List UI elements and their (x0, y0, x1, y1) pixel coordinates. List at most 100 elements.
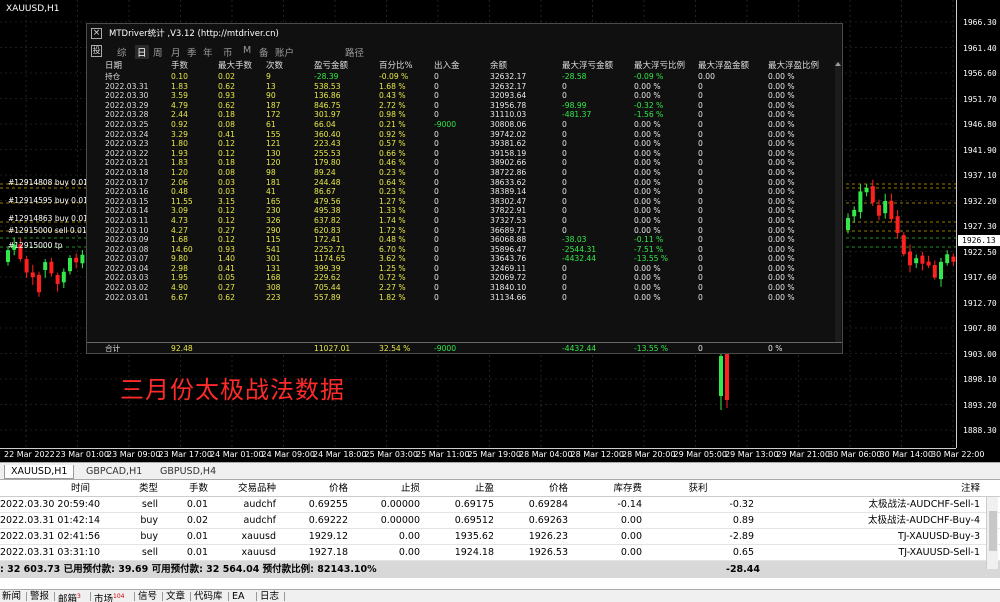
time-tick-label: 24 Mar 18:00 (313, 450, 367, 459)
trade-cell: 0.00000 (380, 515, 420, 526)
price-axis[interactable]: 1926.13 1966.30 1961.40 1956.60 1951.70 1946… (956, 0, 1000, 448)
stats-header-cell: 最大浮亏比例 (634, 61, 686, 71)
stats-cell: 37327.53 (490, 215, 527, 225)
order-line-label[interactable]: #12914595 buy 0.01 (8, 196, 88, 205)
time-tick-label: 29 Mar 21:00 (776, 450, 830, 459)
chart-tab-1[interactable]: GBPCAD,H1 (80, 465, 148, 479)
terminal-tab-3[interactable]: 市场104 (94, 590, 124, 602)
stats-cell: -1.56 % (634, 110, 664, 120)
stats-cell: 0.00 % (768, 235, 795, 245)
time-axis[interactable]: 22 Mar 2022 23 Mar 01:00 23 Mar 09:00 23 Ma… (0, 448, 984, 462)
panel-tab-8[interactable]: 备 (259, 45, 269, 59)
order-line-label[interactable]: #12915000 tp (8, 241, 63, 250)
stats-cell: 32632.17 (490, 72, 527, 81)
terminal-tab-5[interactable]: 文章 (166, 590, 185, 602)
panel-tab-4[interactable]: 季 (187, 45, 197, 59)
stats-cell: 0 (434, 283, 439, 293)
chart-tab-0[interactable]: XAUUSD,H1 (4, 465, 75, 479)
trade-scrollbar[interactable] (986, 497, 998, 569)
terminal-tab-7[interactable]: EA (232, 590, 245, 602)
trade-cell: 0.00 (398, 531, 420, 542)
terminal-tab-8[interactable]: 日志 (260, 590, 279, 602)
terminal-tab-label: 市场 (94, 594, 114, 602)
trade-header-cell[interactable]: 获利 (642, 481, 754, 497)
stats-total-cell: -4432.44 (562, 344, 597, 353)
stats-cell: 35896.47 (490, 244, 527, 254)
stats-cell: 846.75 (314, 100, 341, 110)
terminal-tab-4[interactable]: 信号 (138, 590, 157, 602)
trade-cell: xauusd (241, 531, 276, 542)
stats-cell: 0.12 (218, 235, 235, 245)
trade-row[interactable]: 2022.03.31 02:41:56 buy 0.01 xauusd 1929.12 0… (0, 529, 1000, 545)
stats-cell: 399.39 (314, 263, 341, 273)
stats-cell: 0.00 % (634, 225, 661, 235)
trade-cell: 0.01 (186, 531, 208, 542)
time-tick-label: 25 Mar 03:00 (364, 450, 418, 459)
price-tick-label: 1966.30 (963, 18, 997, 27)
trade-header-cell[interactable]: 手数 (158, 481, 208, 497)
stats-cell: 39158.19 (490, 148, 527, 158)
price-chart[interactable]: XAUUSD,H1 #12914808 buy 0.01 #12914595 bu… (0, 0, 1000, 462)
trade-cell: audchf (243, 499, 276, 510)
trade-header-cell[interactable]: 交易品种 (208, 481, 276, 497)
order-line-label[interactable]: #12915000 sell 0.01 (8, 226, 87, 235)
stats-cell: -4432.44 (562, 254, 597, 264)
trade-header-cell[interactable]: 库存费 (568, 481, 642, 497)
candle-body (55, 275, 60, 284)
panel-tab-2[interactable]: 周 (153, 45, 163, 59)
stats-cell: 0.00 % (768, 110, 795, 120)
panel-tab-7[interactable]: M (243, 45, 251, 56)
panel-tab-5[interactable]: 年 (203, 45, 213, 59)
trade-cell: 0.00 (620, 531, 642, 542)
stats-cell: 1.40 (218, 254, 235, 264)
panel-tab-9[interactable]: 账户 (275, 45, 294, 59)
panel-side-toggle[interactable]: 投 (91, 45, 102, 57)
panel-scrollbar[interactable] (835, 62, 841, 342)
scroll-thumb[interactable] (989, 511, 997, 551)
trade-header-cell[interactable]: 类型 (90, 481, 158, 497)
stats-cell: 0.57 % (379, 139, 406, 149)
order-line-label[interactable]: #12914808 buy 0.01 (8, 178, 88, 187)
stats-cell: 2.98 (171, 263, 188, 273)
trade-cell: sell (141, 547, 158, 558)
trade-header-cell[interactable]: 注释 (754, 481, 980, 497)
terminal-tab-0[interactable]: 新闻 (2, 590, 21, 602)
order-line-label[interactable]: #12914863 buy 0.01 (8, 214, 88, 223)
stats-cell: 2022.03.28 (105, 110, 149, 120)
stats-cell: 0.12 (218, 148, 235, 158)
mtdriver-stats-panel[interactable]: × MTDriver统计 ,V3.12 (http://mtdriver.cn)… (86, 23, 843, 354)
stats-cell: 3.59 (171, 91, 188, 101)
trade-header-cell[interactable]: 止盈 (420, 481, 494, 497)
panel-tab-3[interactable]: 月 (171, 45, 181, 59)
stats-cell: 1.95 (171, 273, 188, 283)
terminal-tab-2[interactable]: 邮箱3 (58, 590, 81, 602)
trade-row[interactable]: 2022.03.30 20:59:40 sell 0.01 audchf 0.69255… (0, 497, 1000, 513)
trade-header-cell[interactable]: 止损 (348, 481, 420, 497)
trade-header-cell[interactable]: 价格 (494, 481, 568, 497)
panel-tabs[interactable]: 投 综日周月季年币 M 备账户 路径 (87, 44, 842, 60)
stats-header-cell: 最大浮盈比例 (768, 61, 820, 71)
panel-tab-10[interactable]: 路径 (345, 45, 364, 59)
stats-cell: 0.12 (218, 215, 235, 225)
trade-row[interactable]: 2022.03.31 01:42:14 buy 0.02 audchf 0.69222 0… (0, 513, 1000, 529)
panel-tab-6[interactable]: 币 (223, 45, 233, 59)
panel-tab-0[interactable]: 综 (117, 45, 127, 59)
stats-cell: -28.39 (314, 72, 339, 81)
trade-header-cell[interactable]: 时间 (0, 481, 90, 497)
terminal-tab-6[interactable]: 代码库 (194, 590, 223, 602)
time-tick-label: 30 Mar 06:00 (828, 450, 882, 459)
stats-cell: 2022.03.02 (105, 283, 149, 293)
trade-row[interactable]: 2022.03.31 03:31:10 sell 0.01 xauusd 1927.18… (0, 545, 1000, 561)
candle-body (43, 262, 48, 270)
candle-body (883, 200, 888, 214)
chart-tab-2[interactable]: GBPUSD,H4 (154, 465, 222, 479)
panel-titlebar[interactable]: × MTDriver统计 ,V3.12 (http://mtdriver.cn) (87, 24, 842, 44)
panel-tab-1[interactable]: 日 (135, 45, 149, 59)
trade-header-cell[interactable]: 价格 (276, 481, 348, 497)
stats-cell: 0.00 % (768, 263, 795, 273)
panel-close-icon[interactable]: × (91, 28, 102, 39)
stats-cell: 1.27 % (379, 196, 406, 206)
candle-body (30, 272, 35, 278)
terminal-tab-1[interactable]: 警报 (30, 590, 49, 602)
trade-cell: 0.69255 (308, 499, 348, 510)
